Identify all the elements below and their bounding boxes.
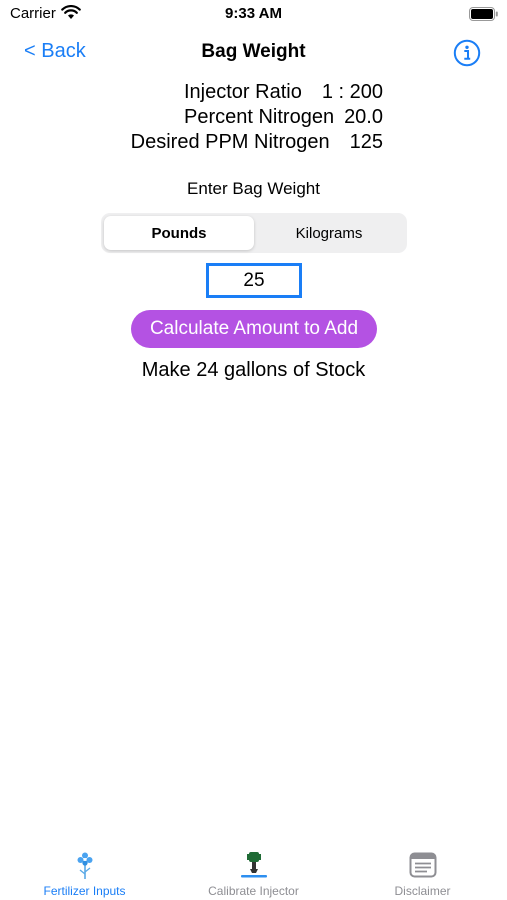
fertilizer-icon [77,852,92,879]
summary-row-injector-ratio: Injector Ratio 1 : 200 [131,80,383,105]
screen: Carrier 9:33 AM < Back Bag Weight Inject… [0,0,507,900]
summary-row-desired-ppm: Desired PPM Nitrogen 125 [131,130,383,155]
injector-icon [240,852,267,878]
page-title: Bag Weight [201,41,306,62]
percent-nitrogen-value: 20.0 [344,106,383,128]
clock: 9:33 AM [225,5,282,22]
injector-ratio-value: 1 : 200 [321,81,383,103]
tab-label-fertilizer-inputs: Fertilizer Inputs [43,884,126,898]
calculate-button[interactable]: Calculate Amount to Add [131,310,377,348]
fertilizer-summary: Injector Ratio 1 : 200 Percent Nitrogen … [131,80,383,155]
nav-bar: < Back Bag Weight [0,30,507,76]
desired-ppm-label: Desired PPM Nitrogen [130,131,330,153]
injector-ratio-label: Injector Ratio [183,81,302,103]
tab-fertilizer-inputs[interactable]: Fertilizer Inputs [0,834,169,900]
enter-bag-weight-label: Enter Bag Weight [187,179,320,198]
unit-segmented-control: Pounds Kilograms [101,213,407,253]
percent-nitrogen-label: Percent Nitrogen [183,106,335,128]
segment-pounds[interactable]: Pounds [104,216,254,250]
battery-icon [469,7,498,21]
summary-row-percent-nitrogen: Percent Nitrogen 20.0 [131,105,383,130]
tab-bar: Fertilizer Inputs Calibrate Injector Dis… [0,834,507,900]
tab-calibrate-injector[interactable]: Calibrate Injector [169,834,338,900]
desired-ppm-value: 125 [349,131,383,153]
result-text: Make 24 gallons of Stock [141,359,366,381]
bag-weight-input[interactable] [206,263,302,298]
status-bar: Carrier 9:33 AM [0,0,507,28]
info-icon[interactable] [453,39,481,67]
tab-label-disclaimer: Disclaimer [394,884,451,898]
segment-kilograms[interactable]: Kilograms [254,216,404,250]
tab-disclaimer[interactable]: Disclaimer [338,834,507,900]
disclaimer-icon [409,852,436,878]
tab-label-calibrate-injector: Calibrate Injector [208,884,299,898]
